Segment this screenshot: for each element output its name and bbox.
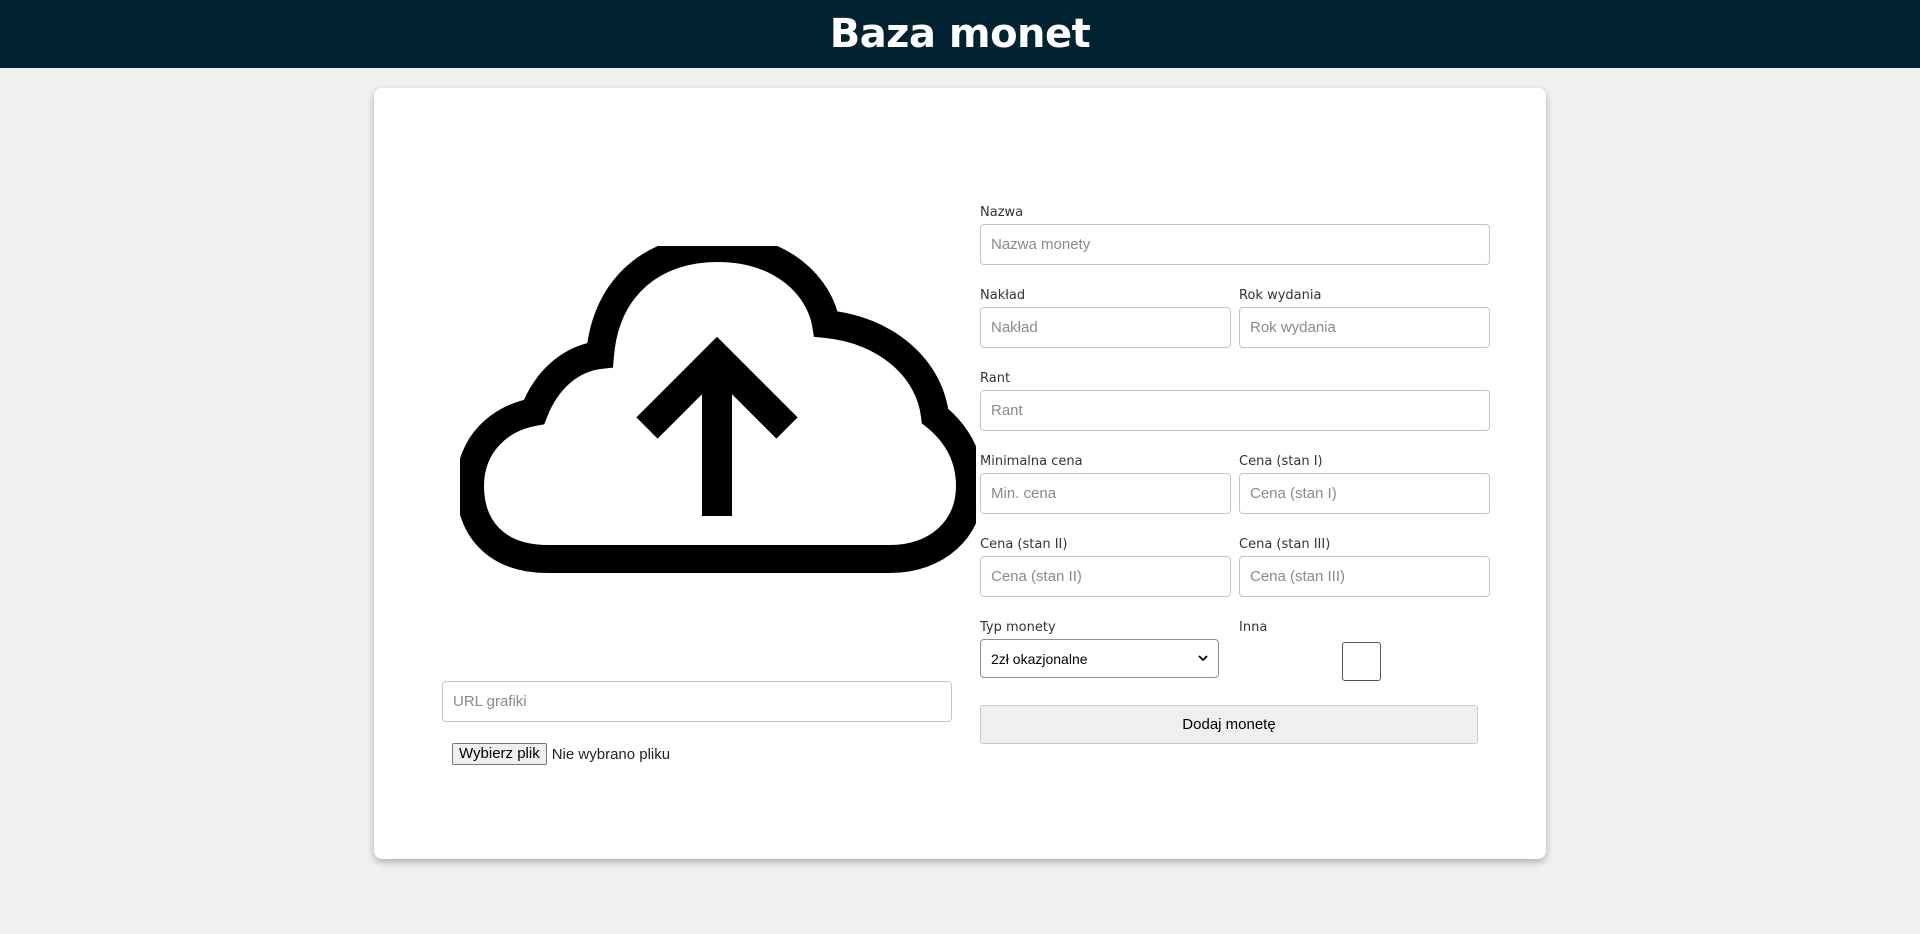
choose-file-button[interactable]: Wybierz plik — [452, 743, 547, 765]
edge-input[interactable] — [980, 390, 1490, 431]
min-price-label: Minimalna cena — [980, 454, 1083, 469]
coin-type-select[interactable]: 2zł okazjonalne — [980, 639, 1219, 678]
price-1-label: Cena (stan I) — [1239, 454, 1323, 469]
mintage-input[interactable] — [980, 307, 1231, 348]
cloud-upload-icon[interactable] — [460, 246, 976, 576]
page-title: Baza monet — [829, 11, 1091, 57]
app-header: Baza monet — [0, 0, 1920, 68]
other-label: Inna — [1239, 620, 1268, 635]
coin-type-selected-value: 2zł okazjonalne — [991, 650, 1088, 667]
year-label: Rok wydania — [1239, 288, 1322, 303]
name-label: Nazwa — [980, 205, 1024, 220]
price-2-input[interactable] — [980, 556, 1231, 597]
mintage-label: Nakład — [980, 288, 1026, 303]
price-1-input[interactable] — [1239, 473, 1490, 514]
edge-label: Rant — [980, 371, 1011, 386]
year-input[interactable] — [1239, 307, 1490, 348]
image-url-input[interactable] — [442, 681, 952, 722]
price-2-label: Cena (stan II) — [980, 537, 1068, 552]
min-price-input[interactable] — [980, 473, 1231, 514]
name-input[interactable] — [980, 224, 1490, 265]
file-picker: Wybierz plik Nie wybrano pliku — [452, 743, 670, 765]
file-status-text: Nie wybrano pliku — [551, 745, 671, 763]
coin-type-label: Typ monety — [980, 620, 1056, 635]
chevron-down-icon — [1198, 655, 1208, 662]
add-coin-card: Wybierz plik Nie wybrano pliku Nazwa Nak… — [374, 88, 1546, 859]
price-3-label: Cena (stan III) — [1239, 537, 1331, 552]
add-coin-button[interactable]: Dodaj monetę — [980, 705, 1478, 744]
other-checkbox[interactable] — [1342, 642, 1381, 681]
price-3-input[interactable] — [1239, 556, 1490, 597]
